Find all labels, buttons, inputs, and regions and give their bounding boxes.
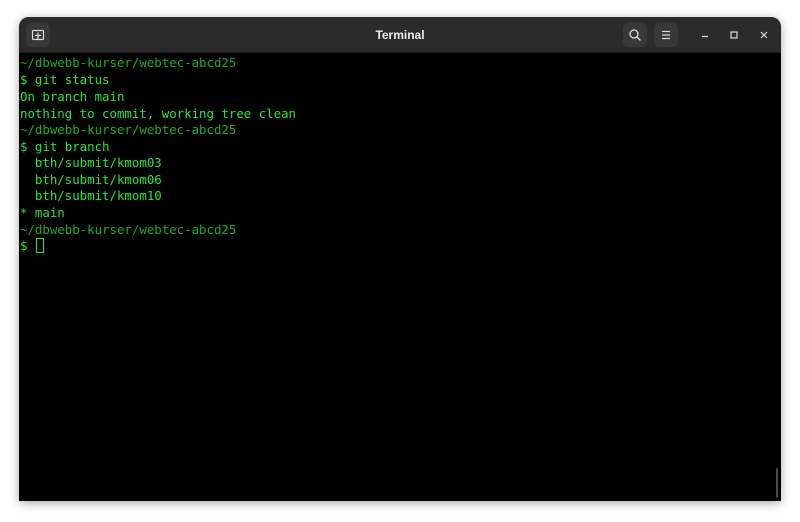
prompt-symbol: $ (20, 238, 35, 253)
close-icon (760, 31, 768, 39)
command-line: $ git branch (20, 139, 110, 154)
title-bar[interactable]: Terminal (19, 17, 781, 53)
prompt-path-line: ~/dbwebb-kurser/webtec-abcd25 (20, 122, 237, 137)
maximize-icon (730, 31, 738, 39)
maximize-button[interactable] (722, 23, 746, 47)
new-tab-icon (31, 29, 45, 41)
scrollbar[interactable] (776, 468, 778, 498)
output-line: bth/submit/kmom03 (20, 155, 162, 170)
close-button[interactable] (752, 23, 776, 47)
new-tab-button[interactable] (26, 23, 50, 47)
search-icon (629, 29, 641, 41)
output-line: bth/submit/kmom06 (20, 172, 162, 187)
menu-button[interactable] (654, 23, 678, 47)
terminal-window: Terminal ~/dbwebb-kurser/webtec-abcd25 $… (19, 17, 781, 501)
search-button[interactable] (623, 23, 647, 47)
minimize-button[interactable] (693, 23, 717, 47)
prompt-path-line: ~/dbwebb-kurser/webtec-abcd25 (20, 55, 237, 70)
output-line: * main (20, 205, 65, 220)
active-prompt-line[interactable]: $ (20, 237, 44, 254)
terminal-output[interactable]: ~/dbwebb-kurser/webtec-abcd25 $ git stat… (19, 54, 781, 501)
hamburger-menu-icon (662, 30, 670, 40)
prompt-path-line: ~/dbwebb-kurser/webtec-abcd25 (20, 222, 237, 237)
output-line: nothing to commit, working tree clean (20, 106, 297, 121)
minimize-icon (702, 35, 708, 38)
output-line: bth/submit/kmom10 (20, 188, 162, 203)
text-cursor (35, 238, 44, 253)
command-line: $ git status (20, 72, 110, 87)
output-line: On branch main (20, 89, 125, 104)
